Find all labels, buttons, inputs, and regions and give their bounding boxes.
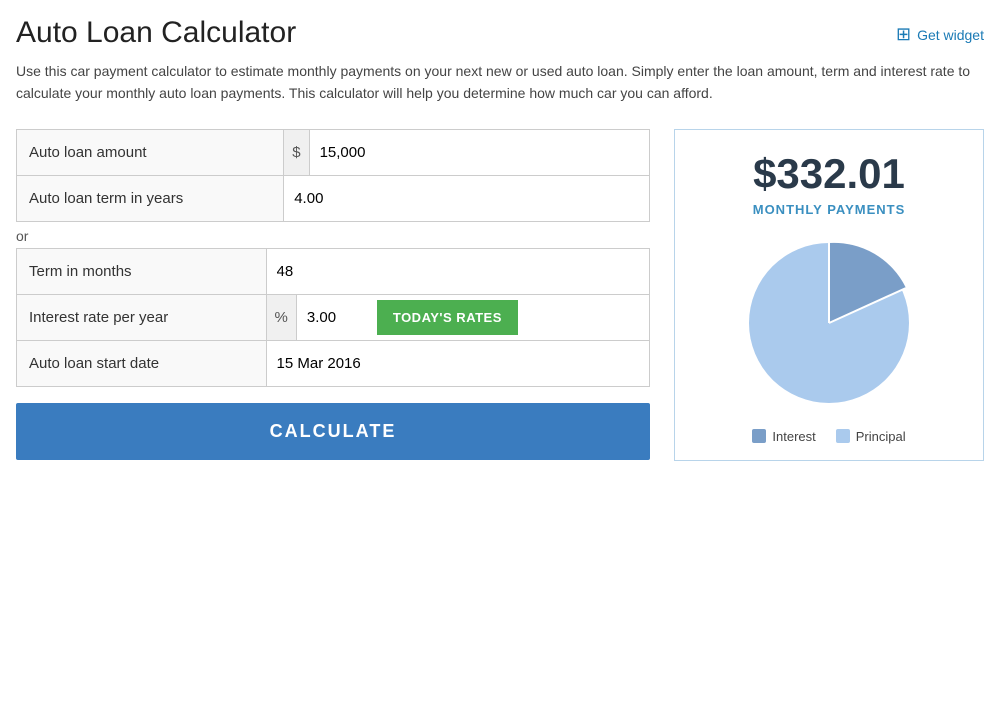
todays-rates-button[interactable]: TODAY'S RATES [377, 300, 518, 335]
start-date-input[interactable] [267, 341, 649, 386]
widget-icon: ⊞ [896, 24, 911, 45]
currency-symbol: $ [284, 130, 309, 175]
term-years-label: Auto loan term in years [29, 190, 183, 207]
loan-amount-input[interactable] [310, 130, 649, 175]
interest-rate-row: Interest rate per year % TODAY'S RATES [17, 294, 650, 340]
interest-rate-label: Interest rate per year [29, 309, 168, 326]
start-date-field-row [267, 341, 649, 386]
chart-legend: Interest Principal [691, 429, 967, 444]
interest-rate-field-row: % TODAY'S RATES [267, 295, 649, 340]
pie-chart [739, 233, 919, 413]
interest-rate-input[interactable] [297, 295, 377, 340]
legend-interest: Interest [752, 429, 815, 444]
form-section: Auto loan amount $ Auto loan term in yea… [16, 129, 650, 460]
term-months-input[interactable] [267, 249, 649, 294]
start-date-label: Auto loan start date [29, 355, 159, 372]
term-months-row: Term in months [17, 248, 650, 294]
get-widget-label: Get widget [917, 27, 984, 43]
term-years-row: Auto loan term in years [17, 175, 650, 221]
form-table: Auto loan amount $ Auto loan term in yea… [16, 129, 650, 222]
form-table-2: Term in months Interest rate per year % [16, 248, 650, 387]
main-layout: Auto loan amount $ Auto loan term in yea… [16, 129, 984, 461]
start-date-row: Auto loan start date [17, 340, 650, 386]
loan-amount-label: Auto loan amount [29, 144, 147, 161]
page-title: Auto Loan Calculator [16, 16, 296, 50]
term-years-input[interactable] [284, 176, 649, 221]
calculate-button[interactable]: CALCULATE [16, 403, 650, 460]
percent-symbol: % [267, 295, 297, 340]
loan-amount-field-row: $ [284, 130, 649, 175]
legend-principal: Principal [836, 429, 906, 444]
description-text: Use this car payment calculator to estim… [16, 60, 984, 105]
principal-color-box [836, 429, 850, 443]
interest-color-box [752, 429, 766, 443]
term-months-field-row [267, 249, 649, 294]
monthly-amount: $332.01 [691, 150, 967, 198]
result-panel: $332.01 MONTHLY PAYMENTS Interest [674, 129, 984, 461]
monthly-label: MONTHLY PAYMENTS [691, 202, 967, 217]
get-widget-link[interactable]: ⊞ Get widget [896, 24, 984, 45]
term-months-label: Term in months [29, 263, 132, 280]
loan-amount-row: Auto loan amount $ [17, 129, 650, 175]
principal-label: Principal [856, 429, 906, 444]
term-years-field-row [284, 176, 649, 221]
or-label: or [16, 228, 650, 244]
interest-label: Interest [772, 429, 815, 444]
